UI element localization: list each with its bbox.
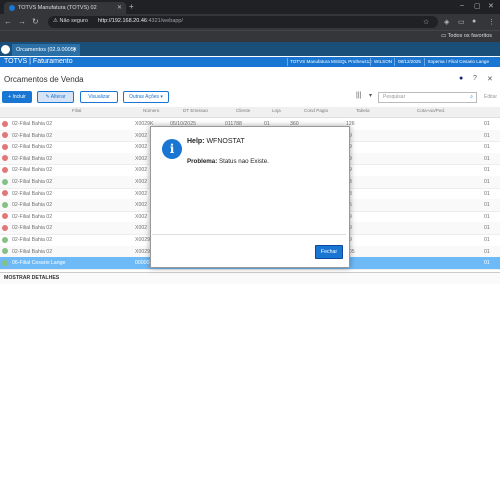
totvs-logo-icon [1, 45, 10, 54]
close-page-icon[interactable]: ✕ [487, 75, 493, 83]
date-label: 08/12/2025 [398, 59, 421, 64]
close-app-tab-icon[interactable]: ✕ [72, 47, 77, 53]
browser-tab-title: TOTVS Manufatura (TOTVS) 02 [18, 5, 97, 11]
totvs-favicon-icon [9, 5, 15, 11]
incluir-button[interactable]: + Incluir [2, 91, 32, 103]
url-text: http://192.168.20.46:4321/webapp/ [98, 18, 184, 24]
search-input[interactable]: Pesquisar ⌕ [378, 92, 477, 103]
product-title: TOTVS | Faturamento [4, 58, 73, 65]
maximize-icon[interactable]: ▢ [474, 2, 481, 10]
new-tab-button[interactable]: + [129, 2, 134, 11]
show-details-label[interactable]: MOSTRAR DETALHES [4, 275, 59, 281]
address-bar[interactable]: ⚠ Não seguro http://192.168.20.46:4321/w… [48, 16, 438, 28]
dialog-title: Help: WFNOSTAT [187, 138, 245, 145]
sidepanel-icon[interactable]: ▭ [458, 18, 465, 26]
back-icon[interactable]: ← [4, 17, 12, 26]
environment-label: TOTVS Manufatura MSSQL Protheus12 [290, 59, 372, 64]
visualizar-button[interactable]: Visualizar [80, 91, 118, 103]
divider [370, 58, 371, 66]
edit-link[interactable]: Editar [484, 94, 497, 100]
help-icon[interactable]: ? [473, 75, 477, 82]
close-window-icon[interactable]: ✕ [488, 2, 494, 10]
alterar-button[interactable]: ✎ Alterar [37, 91, 74, 103]
browser-tab[interactable]: TOTVS Manufatura (TOTVS) 02 ✕ [4, 2, 126, 14]
forward-icon[interactable]: → [18, 17, 26, 26]
dialog-divider [152, 234, 346, 235]
dialog-message: Problema: Status nao Existe. [187, 158, 269, 165]
fechar-button[interactable]: Fechar [315, 245, 343, 259]
app-tab-label: Orcamentos (02.9.0005) [16, 47, 76, 53]
close-tab-icon[interactable]: ✕ [117, 4, 122, 11]
info-icon: i [162, 139, 182, 159]
columns-icon[interactable]: ||| [356, 92, 361, 99]
chevron-down-icon[interactable]: ▾ [369, 92, 372, 99]
outras-acoes-button[interactable]: Outras Ações ▾ [123, 91, 169, 103]
product-header [0, 57, 500, 67]
not-secure-label[interactable]: ⚠ Não seguro [53, 18, 88, 24]
app-tab-orcamentos[interactable]: Orcamentos (02.9.0005) ✕ [12, 44, 80, 56]
divider [394, 58, 395, 66]
divider [424, 58, 425, 66]
show-details-bar[interactable]: MOSTRAR DETALHES [0, 272, 500, 284]
reload-icon[interactable]: ↻ [32, 17, 39, 26]
page-title: Orcamentos de Venda [4, 75, 84, 84]
user-label: WILSON [374, 59, 393, 64]
status-dot-icon: ● [459, 75, 464, 82]
all-favorites-link[interactable]: ▭ Todos os favoritos [441, 33, 492, 39]
bookmark-star-icon[interactable]: ☆ [423, 18, 429, 26]
profile-icon[interactable]: ● [472, 18, 476, 25]
branch-label: Itopema / Filial Cesario Lange [428, 59, 490, 64]
divider [287, 58, 288, 66]
menu-icon[interactable]: ⋮ [488, 18, 495, 26]
search-icon[interactable]: ⌕ [470, 94, 473, 100]
search-placeholder: Pesquisar [383, 94, 406, 100]
extensions-icon[interactable]: ◈ [444, 18, 449, 26]
minimize-icon[interactable]: – [460, 2, 464, 9]
